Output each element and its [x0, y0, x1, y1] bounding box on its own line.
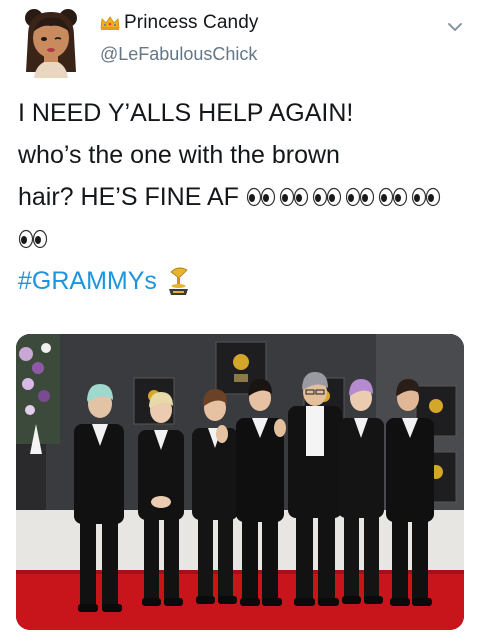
eyes-emoji-icon — [345, 187, 374, 207]
avatar[interactable] — [20, 6, 82, 78]
user-handle[interactable]: @LeFabulousChick — [100, 44, 257, 65]
gramophone-trophy-icon — [168, 267, 188, 295]
hashtag-link[interactable]: #GRAMMYs — [18, 266, 191, 296]
display-name-row[interactable]: Princess Candy — [100, 12, 258, 34]
display-name: Princess Candy — [124, 12, 259, 33]
hashtag-text: #GRAMMYs — [18, 266, 157, 295]
eyes-emoji-icon — [279, 187, 308, 207]
tweet-line-1: I NEED Y’ALLS HELP AGAIN! — [18, 99, 354, 127]
eyes-emoji-icon — [411, 187, 440, 207]
eyes-emoji-group-2 — [18, 218, 468, 260]
tweet-photo[interactable] — [16, 334, 464, 630]
eyes-emoji-icon — [246, 187, 275, 207]
eyes-emoji-icon — [378, 187, 407, 207]
tweet-line-3-text: hair? HE’S FINE AF — [18, 183, 239, 211]
chevron-down-icon[interactable] — [444, 16, 466, 38]
tweet-line-3: hair? HE’S FINE AF — [18, 176, 468, 218]
tweet-line-2: who’s the one with the brown — [18, 141, 340, 169]
crown-icon — [100, 16, 120, 30]
tweet-text: I NEED Y’ALLS HELP AGAIN! who’s the one … — [18, 92, 468, 260]
eyes-emoji-group — [246, 183, 444, 211]
eyes-emoji-icon — [312, 187, 341, 207]
eyes-emoji-icon — [18, 229, 48, 249]
tweet-card: Princess Candy @LeFabulousChick I NEED Y… — [0, 0, 480, 642]
